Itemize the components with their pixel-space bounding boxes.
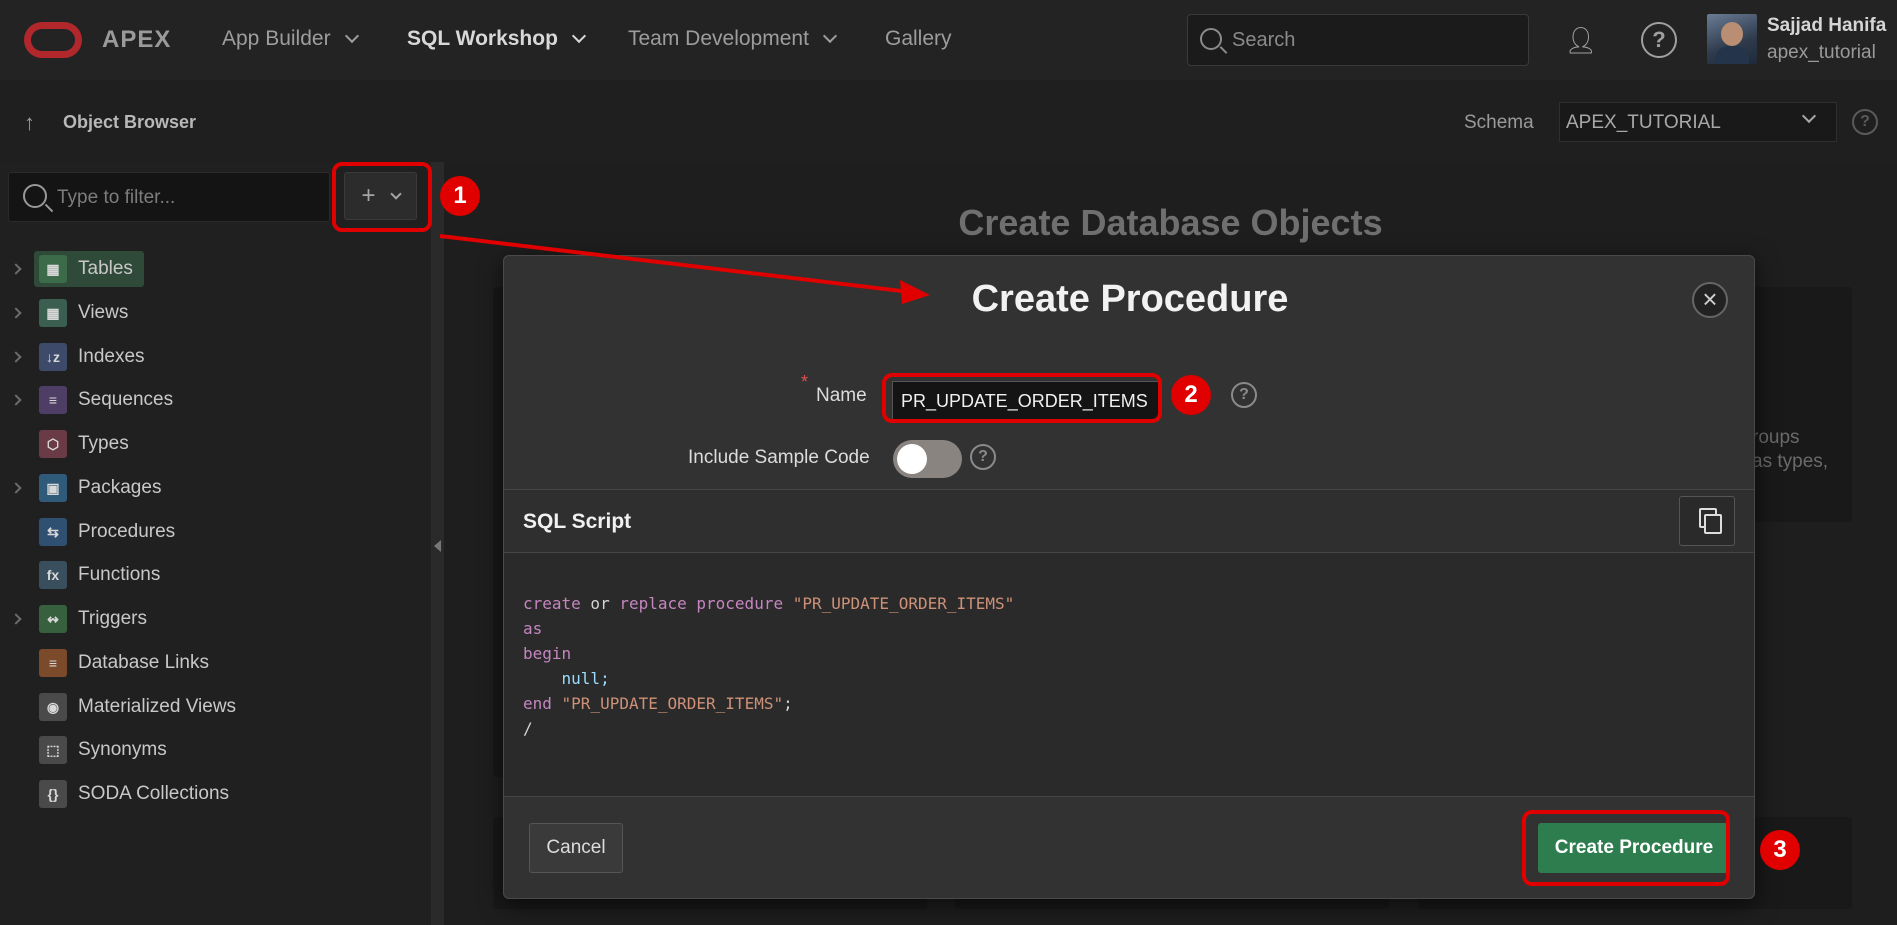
schema-label: Schema xyxy=(1464,112,1534,133)
object-card xyxy=(1740,287,1852,522)
database-link-icon: ≡ xyxy=(39,649,67,677)
sql-script-title: SQL Script xyxy=(523,510,632,533)
search-icon xyxy=(1200,28,1222,50)
search-icon xyxy=(23,184,47,208)
nav-label: Team Development xyxy=(628,27,809,50)
sidebar-item-label: Types xyxy=(78,433,129,454)
sidebar-item-label: Triggers xyxy=(78,608,147,629)
footer-divider xyxy=(504,796,1754,797)
sidebar-item-label: Database Links xyxy=(78,652,209,673)
code-token: replace procedure xyxy=(619,594,784,613)
nav-app-builder[interactable]: App Builder xyxy=(222,27,359,51)
card-description: as types, xyxy=(1752,451,1829,472)
code-token: end xyxy=(523,694,552,713)
sql-script-header xyxy=(504,489,1754,553)
name-label: Name xyxy=(816,385,867,406)
required-indicator: * xyxy=(801,372,809,392)
trigger-icon: ↭ xyxy=(39,605,67,633)
nav-gallery[interactable]: Gallery xyxy=(885,27,952,51)
sidebar-item-label: SODA Collections xyxy=(78,783,230,804)
sql-code[interactable]: create or replace procedure "PR_UPDATE_O… xyxy=(523,591,1014,741)
code-token: or xyxy=(580,594,620,613)
copy-icon[interactable] xyxy=(1679,496,1735,546)
chevron-down-icon xyxy=(1801,108,1817,124)
user-name[interactable]: Sajjad Hanifa xyxy=(1767,15,1886,37)
up-arrow-icon[interactable]: ↑ xyxy=(24,110,35,136)
materialized-view-icon: ◉ xyxy=(39,693,67,721)
annotation-badge-2: 2 xyxy=(1171,375,1211,415)
nav-team-development[interactable]: Team Development xyxy=(628,27,837,51)
chevron-down-icon xyxy=(822,28,837,44)
view-icon: ▦ xyxy=(39,299,67,327)
sidebar-item-label: Indexes xyxy=(78,346,145,367)
code-token: "PR_UPDATE_ORDER_ITEMS" xyxy=(551,694,784,713)
search-placeholder: Search xyxy=(1232,28,1296,51)
card-description: roups xyxy=(1752,427,1800,448)
code-token: "PR_UPDATE_ORDER_ITEMS" xyxy=(783,594,1015,613)
sidebar-item-label: Procedures xyxy=(78,521,176,542)
synonym-icon: ⬚ xyxy=(39,736,67,764)
cancel-button[interactable]: Cancel xyxy=(529,823,623,873)
brand-label[interactable]: APEX xyxy=(102,26,171,54)
oracle-logo-icon[interactable] xyxy=(24,22,82,58)
chevron-down-icon xyxy=(344,28,359,44)
filter-input[interactable]: Type to filter... xyxy=(8,172,330,222)
code-token: as xyxy=(523,619,543,638)
code-token: ; xyxy=(783,694,793,713)
main-title: Create Database Objects xyxy=(958,202,1383,243)
code-token: begin xyxy=(523,644,572,663)
sidebar-item-label: Sequences xyxy=(78,389,174,410)
table-icon: ▦ xyxy=(39,255,67,283)
sidebar-item-label: Materialized Views xyxy=(78,696,237,717)
chevron-down-icon xyxy=(571,28,586,44)
sidebar-item-label: Packages xyxy=(78,477,162,498)
function-icon: fx xyxy=(39,561,67,589)
code-token: / xyxy=(523,719,533,738)
nav-label: Gallery xyxy=(885,27,952,50)
nav-label: SQL Workshop xyxy=(407,27,558,50)
annotation-box-2 xyxy=(882,373,1162,423)
user-workspace: apex_tutorial xyxy=(1767,42,1876,63)
administration-icon[interactable]: 👤︎ xyxy=(1563,22,1599,58)
procedure-icon: ⇆ xyxy=(39,518,67,546)
type-icon: ⬡ xyxy=(39,430,67,458)
sidebar-item-label: Functions xyxy=(78,564,161,585)
page-title: Object Browser xyxy=(63,112,197,132)
sidebar-item-label: Views xyxy=(78,302,129,323)
soda-icon: {} xyxy=(39,780,67,808)
annotation-box-1 xyxy=(332,162,432,232)
nav-sql-workshop[interactable]: SQL Workshop xyxy=(407,27,586,51)
annotation-badge-1: 1 xyxy=(440,176,480,216)
index-icon: ↓z xyxy=(39,343,67,371)
sidebar-item-label: Tables xyxy=(78,258,133,279)
code-token: null; xyxy=(523,669,610,688)
annotation-box-3 xyxy=(1522,810,1730,886)
collapse-arrow-icon[interactable] xyxy=(434,540,441,552)
dialog-title: Create Procedure xyxy=(971,278,1289,320)
avatar[interactable] xyxy=(1707,14,1757,64)
help-icon[interactable]: ? xyxy=(1641,22,1677,58)
sidebar-item-label: Synonyms xyxy=(78,739,167,760)
annotation-badge-3: 3 xyxy=(1760,830,1800,870)
schema-value: APEX_TUTORIAL xyxy=(1566,112,1721,133)
help-icon[interactable]: ? xyxy=(1231,382,1257,408)
global-search-input[interactable]: Search xyxy=(1187,14,1529,66)
code-token: create xyxy=(523,594,581,613)
package-icon: ▣ xyxy=(39,474,67,502)
include-sample-code-label: Include Sample Code xyxy=(688,447,870,468)
include-sample-code-toggle[interactable] xyxy=(893,440,962,478)
filter-placeholder: Type to filter... xyxy=(57,187,176,208)
create-procedure-dialog: Create Procedure × * Name PR_UPDATE_ORDE… xyxy=(503,255,1755,899)
help-icon[interactable]: ? xyxy=(970,444,996,470)
close-icon[interactable]: × xyxy=(1692,282,1728,318)
nav-label: App Builder xyxy=(222,27,331,50)
schema-select[interactable]: APEX_TUTORIAL xyxy=(1559,102,1837,142)
sequence-icon: ≡ xyxy=(39,386,67,414)
schema-help-icon[interactable]: ? xyxy=(1852,109,1878,135)
